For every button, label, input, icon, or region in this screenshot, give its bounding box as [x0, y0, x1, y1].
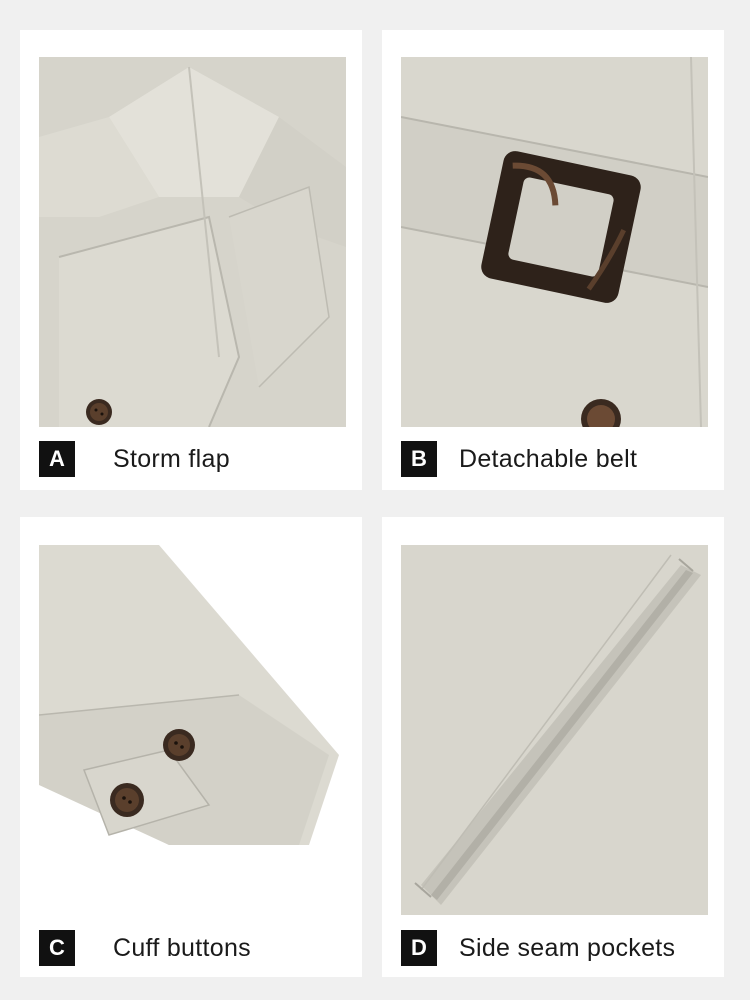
- badge-c: C: [39, 930, 75, 966]
- badge-d: D: [401, 930, 437, 966]
- label-storm-flap: Storm flap: [113, 444, 230, 473]
- panel-b: B Detachable belt: [382, 30, 724, 490]
- label-detachable-belt: Detachable belt: [459, 444, 638, 473]
- side-pocket-photo: [401, 545, 708, 915]
- panel-a: A Storm flap: [20, 30, 362, 490]
- caption-a: A Storm flap: [39, 441, 230, 477]
- storm-flap-photo: [39, 57, 346, 427]
- cuff-buttons-photo: [39, 545, 346, 915]
- caption-d: D Side seam pockets: [401, 930, 675, 966]
- badge-b: B: [401, 441, 437, 477]
- panel-c: C Cuff buttons: [20, 517, 362, 977]
- badge-a: A: [39, 441, 75, 477]
- caption-c: C Cuff buttons: [39, 930, 251, 966]
- panel-d: D Side seam pockets: [382, 517, 724, 977]
- belt-buckle-photo: [401, 57, 708, 427]
- label-cuff-buttons: Cuff buttons: [113, 933, 251, 962]
- caption-b: B Detachable belt: [401, 441, 637, 477]
- label-side-seam-pockets: Side seam pockets: [459, 933, 676, 962]
